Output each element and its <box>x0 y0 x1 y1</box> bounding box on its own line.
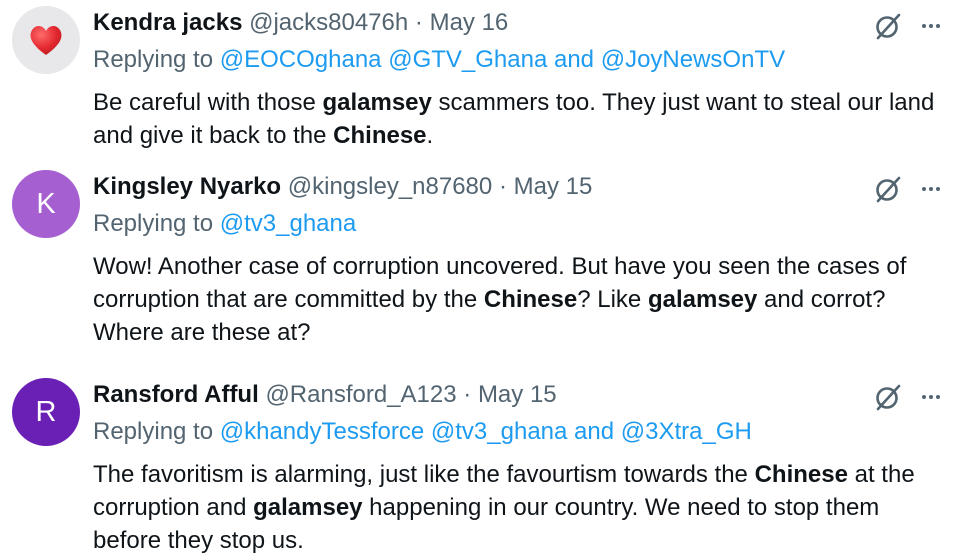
replying-to: Replying to @EOCOghana @GTV_Ghana and @J… <box>93 45 785 75</box>
bold-keyword: Chinese <box>483 286 578 313</box>
bold-keyword: Chinese <box>754 461 848 488</box>
bold-keyword: galamsey <box>322 89 432 116</box>
more-options-icon[interactable] <box>916 175 946 203</box>
avatar-letter: R <box>35 395 57 428</box>
reply-header: Kendra jacks @jacks80476h · May 16 <box>93 8 508 38</box>
grok-icon[interactable] <box>872 381 904 413</box>
replying-and: and <box>574 418 615 445</box>
grok-glyph <box>876 384 901 411</box>
mention-link[interactable]: @EOCOghana <box>220 46 382 73</box>
separator-dot: · <box>498 173 507 200</box>
reply-text: The favoritism is alarming, just like th… <box>93 458 938 557</box>
grok-glyph <box>876 176 901 203</box>
mention-link[interactable]: @tv3_ghana <box>220 210 356 237</box>
text-segment: Be careful with those <box>93 89 323 116</box>
user-handle[interactable]: @kingsley_n87680 <box>288 173 493 200</box>
grok-glyph <box>876 13 901 40</box>
user-handle[interactable]: @jacks80476h <box>249 9 408 36</box>
mention-link[interactable]: @JoyNewsOnTV <box>601 46 785 73</box>
post-date[interactable]: May 16 <box>430 9 509 36</box>
bold-keyword: Chinese <box>333 122 427 149</box>
replying-to-label: Replying to <box>93 418 214 445</box>
mention-link[interactable]: @khandyTessforce <box>220 418 424 445</box>
reply-header: Ransford Afful @Ransford_A123 · May 15 <box>93 380 557 410</box>
grok-icon[interactable] <box>872 10 904 42</box>
post-date[interactable]: May 15 <box>514 173 593 200</box>
text-segment: The favoritism is alarming, just like th… <box>93 461 755 488</box>
display-name[interactable]: Ransford Afful <box>93 381 259 408</box>
replying-and: and <box>553 46 595 73</box>
avatar[interactable]: R <box>12 378 80 446</box>
user-handle[interactable]: @Ransford_A123 <box>265 381 456 408</box>
avatar[interactable] <box>12 6 80 74</box>
replying-to: Replying to @khandyTessforce @tv3_ghana … <box>93 417 752 447</box>
mention-link[interactable]: @tv3_ghana <box>431 418 567 445</box>
mention-link[interactable]: @GTV_Ghana <box>388 46 547 73</box>
avatar-letter: K <box>36 187 56 220</box>
more-options-icon[interactable] <box>916 383 946 411</box>
separator-dot: · <box>463 381 472 408</box>
separator-dot: · <box>414 9 423 36</box>
red-heart-icon <box>30 25 62 55</box>
bold-keyword: galamsey <box>647 286 758 313</box>
text-segment: . <box>426 122 434 149</box>
bold-keyword: galamsey <box>253 494 363 521</box>
display-name[interactable]: Kendra jacks <box>93 9 242 36</box>
reply-header: Kingsley Nyarko @kingsley_n87680 · May 1… <box>93 172 592 202</box>
replying-to: Replying to @tv3_ghana <box>93 209 356 239</box>
reply-text: Be careful with those galamsey scammers … <box>93 86 938 152</box>
avatar[interactable]: K <box>12 170 80 238</box>
replying-to-label: Replying to <box>93 210 214 237</box>
post-date[interactable]: May 15 <box>478 381 557 408</box>
text-segment: ? Like <box>577 286 648 313</box>
grok-icon[interactable] <box>872 173 904 205</box>
more-options-icon[interactable] <box>916 12 946 40</box>
display-name[interactable]: Kingsley Nyarko <box>93 173 281 200</box>
mention-link[interactable]: @3Xtra_GH <box>621 418 752 445</box>
reply-text: Wow! Another case of corruption uncovere… <box>93 250 938 349</box>
replying-to-label: Replying to <box>93 46 214 73</box>
